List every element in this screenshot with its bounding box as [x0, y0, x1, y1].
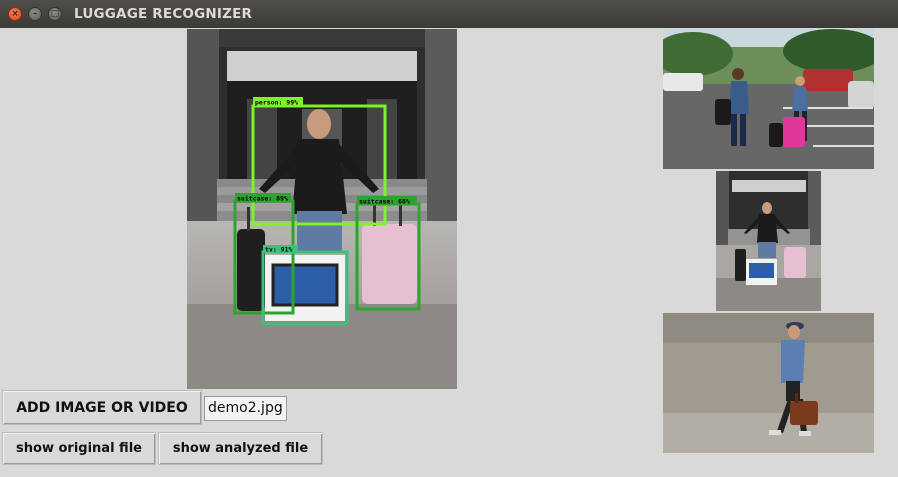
minimize-icon: – [32, 9, 38, 19]
detection-suitcase-right-label: suitcase: 68% [359, 198, 410, 206]
show-analyzed-file-button[interactable]: show analyzed file [158, 432, 323, 465]
thumbnail-parking-lot[interactable] [663, 29, 874, 169]
maximize-window-button[interactable]: □ [48, 7, 62, 21]
selected-file-name: demo2.jpg [204, 396, 287, 421]
thumbnail-original[interactable] [716, 171, 821, 311]
close-window-button[interactable]: × [8, 7, 22, 21]
detection-suitcase-left-label: suitcase: 89% [237, 195, 288, 203]
window-title: LUGGAGE RECOGNIZER [74, 6, 253, 22]
show-original-file-button[interactable]: show original file [2, 432, 156, 465]
add-image-or-video-button[interactable]: ADD IMAGE OR VIDEO [2, 390, 202, 425]
detection-tv-label: tv: 91% [265, 246, 292, 254]
analyzed-image: person: 99% suitcase: 89% suitcase: 68% … [187, 29, 457, 389]
maximize-icon: □ [50, 9, 60, 19]
close-icon: × [11, 9, 19, 19]
detection-person-label: person: 99% [255, 99, 298, 107]
thumbnail-man-walking[interactable] [663, 313, 874, 453]
window-titlebar: × – □ LUGGAGE RECOGNIZER [0, 0, 898, 28]
minimize-window-button[interactable]: – [28, 7, 42, 21]
